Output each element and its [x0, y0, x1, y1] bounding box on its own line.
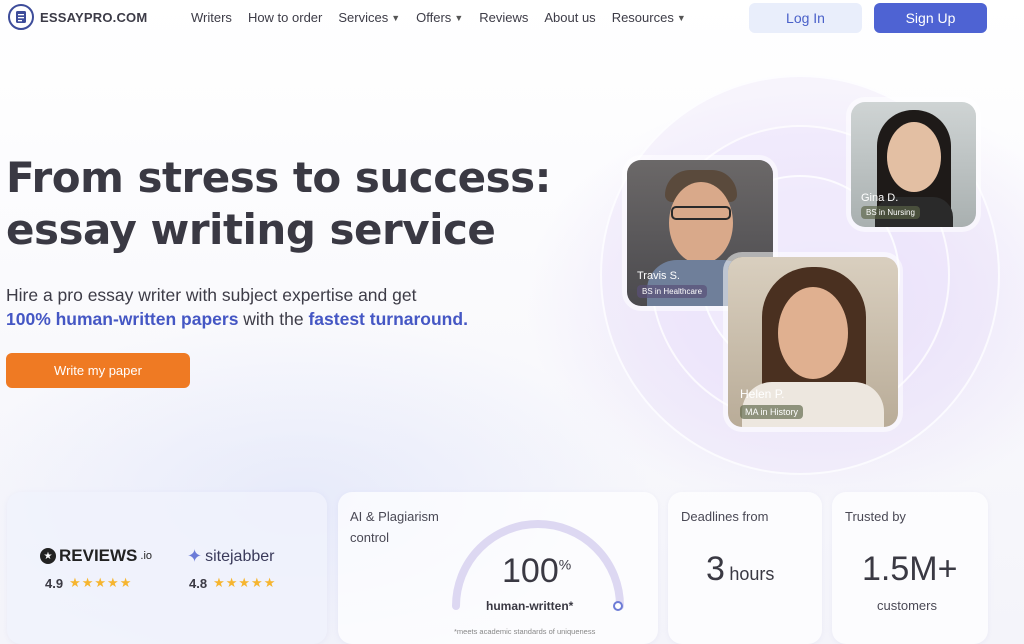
logo-icon — [8, 4, 34, 30]
trusted-caption: customers — [877, 598, 937, 613]
nav-label: Reviews — [479, 10, 529, 25]
nav-label: Resources — [611, 10, 674, 25]
deadline-card: Deadlines from 3 hours — [668, 492, 822, 644]
nav-item-reviews[interactable]: Reviews — [479, 10, 528, 25]
review-site-name: REVIEWS — [59, 546, 138, 565]
ai-value-unit: % — [558, 556, 572, 573]
deadline-number: 3 — [706, 550, 725, 588]
glasses-icon — [671, 206, 731, 220]
nav-item-writers[interactable]: Writers — [191, 10, 232, 25]
stat-label: Deadlines from — [681, 509, 769, 524]
writer-card-helen[interactable]: Helen P. MA in History — [728, 257, 898, 427]
nav-label: Writers — [191, 10, 232, 25]
writer-name: Travis S. — [637, 270, 680, 282]
sitejabber-star-icon: ✦ — [187, 546, 203, 566]
nav-item-services[interactable]: Services ▼ — [338, 10, 400, 25]
trusted-card: Trusted by 1.5M+ customers — [832, 492, 988, 644]
reviews-card: ★ REVIEWS .io 4.9 ★★★★★ ✦ sitejabber 4.8 … — [7, 492, 327, 644]
brand-logo[interactable]: ESSAYPRO.COM — [8, 4, 147, 30]
deadline-unit: hours — [729, 564, 775, 584]
chevron-down-icon: ▼ — [676, 12, 686, 23]
stat-label-line: AI & Plagiarism — [350, 509, 439, 524]
rating-value: 4.9 — [45, 575, 64, 591]
subtitle-highlight: fastest turnaround. — [308, 309, 468, 329]
writer-degree: MA in History — [740, 405, 804, 419]
reviews-io-logo[interactable]: ★ REVIEWS .io — [40, 546, 152, 566]
nav-item-how-to-order[interactable]: How to order — [248, 10, 322, 25]
writer-name: Gina D. — [861, 192, 899, 204]
star-rating-icon: ★★★★★ — [213, 575, 277, 590]
ai-plagiarism-card: AI & Plagiarism control 100% human-writt… — [338, 492, 658, 644]
sitejabber-logo[interactable]: ✦ sitejabber — [187, 546, 274, 567]
nav-label: About us — [544, 10, 596, 25]
star-circle-icon: ★ — [40, 548, 56, 564]
writer-photo — [778, 287, 848, 379]
hero-subtitle: Hire a pro essay writer with subject exp… — [6, 283, 566, 331]
subtitle-text: Hire a pro essay writer with subject exp… — [6, 285, 417, 305]
subtitle-highlight: 100% human-written papers — [6, 309, 239, 329]
write-my-paper-button[interactable]: Write my paper — [6, 353, 190, 388]
writer-photo — [887, 122, 941, 192]
main-nav: Writers How to order Services ▼ Offers ▼ R… — [191, 10, 686, 25]
brand-name: ESSAYPRO.COM — [40, 9, 148, 25]
site-header: ESSAYPRO.COM Writers How to order Servic… — [0, 0, 1024, 36]
writer-card-gina[interactable]: Gina D. BS in Nursing — [851, 102, 976, 227]
writer-name: Helen P. — [740, 387, 785, 401]
writer-photo — [669, 182, 733, 264]
reviews-io-score: 4.9 ★★★★★ — [45, 575, 132, 591]
star-rating-icon: ★★★★★ — [69, 575, 133, 590]
writer-degree: BS in Healthcare — [637, 285, 708, 298]
login-button[interactable]: Log In — [749, 3, 862, 33]
ai-footnote: *meets academic standards of uniqueness — [454, 627, 596, 636]
review-site-suffix: .io — [140, 550, 153, 562]
nav-label: How to order — [247, 10, 323, 25]
stat-label-line: control — [350, 530, 390, 545]
ai-value: 100% — [502, 552, 571, 591]
nav-item-offers[interactable]: Offers ▼ — [416, 10, 463, 25]
chevron-down-icon: ▼ — [391, 12, 401, 23]
sitejabber-score: 4.8 ★★★★★ — [189, 575, 276, 591]
subtitle-text: with the — [238, 309, 309, 329]
nav-label: Services — [338, 10, 389, 25]
stat-label: AI & Plagiarism control — [350, 506, 439, 548]
hero-title: From stress to success: essay writing se… — [6, 152, 566, 256]
hero-title-line2: essay writing service — [6, 205, 496, 254]
deadline-value: 3 hours — [706, 550, 774, 589]
nav-item-resources[interactable]: Resources ▼ — [612, 10, 686, 25]
signup-button[interactable]: Sign Up — [874, 3, 987, 33]
ai-value-number: 100 — [502, 552, 559, 590]
chevron-down-icon: ▼ — [454, 12, 464, 23]
ai-caption: human-written* — [486, 599, 574, 613]
nav-item-about-us[interactable]: About us — [544, 10, 595, 25]
rating-value: 4.8 — [189, 575, 208, 591]
hero-title-line1: From stress to success: — [6, 153, 551, 202]
nav-label: Offers — [416, 10, 452, 25]
stat-label: Trusted by — [845, 509, 906, 524]
trusted-value: 1.5M+ — [862, 550, 958, 588]
review-site-name: sitejabber — [205, 547, 275, 565]
writer-degree: BS in Nursing — [861, 206, 920, 219]
